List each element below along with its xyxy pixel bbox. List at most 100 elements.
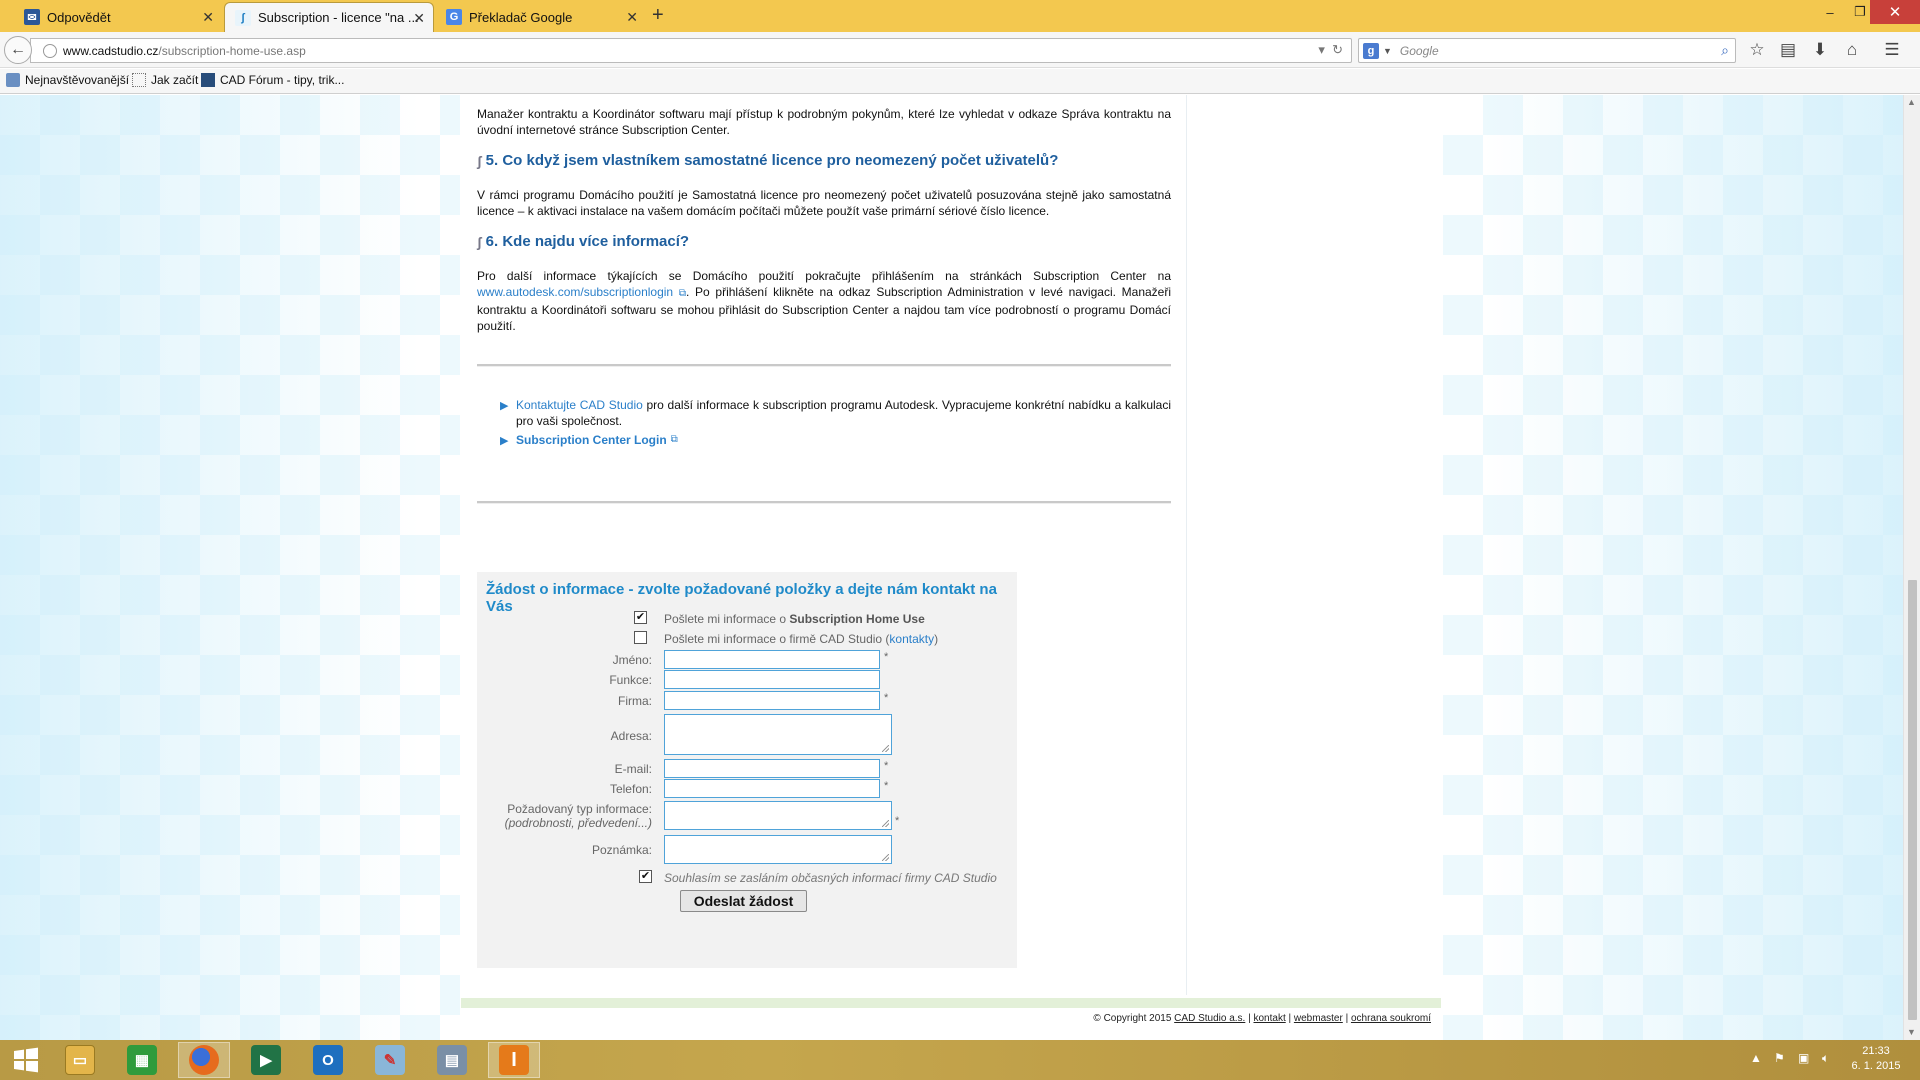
file-explorer-icon: ▭ <box>65 1045 95 1075</box>
clock-time: 21:33 <box>1862 1045 1890 1057</box>
clipboard-icon[interactable]: ▤ <box>1776 38 1800 62</box>
tab-odpovedet[interactable]: ✉ Odpovědět ✕ <box>14 2 222 32</box>
close-icon[interactable]: ✕ <box>413 10 425 27</box>
submit-button[interactable]: Odeslat žádost <box>680 890 807 912</box>
star-icon[interactable]: ☆ <box>1745 38 1769 62</box>
taskbar-project[interactable]: ▶ <box>240 1042 292 1078</box>
copyright-text: © Copyright 2015 <box>1093 1013 1175 1024</box>
privacy-link[interactable]: ochrana soukromí <box>1351 1013 1431 1024</box>
clock[interactable]: 21:33 6. 1. 2015 <box>1846 1044 1906 1074</box>
tab-bar: ✉ Odpovědět ✕ ʃ Subscription - licence "… <box>0 0 1920 32</box>
external-link-icon: ⧉ <box>670 434 678 445</box>
translate-icon: G <box>446 9 462 25</box>
required-mark: * <box>884 760 889 772</box>
taskbar-store[interactable]: ▦ <box>116 1042 168 1078</box>
taskbar-firefox[interactable] <box>178 1042 230 1078</box>
cadstudio-icon: ʃ <box>477 234 482 250</box>
function-field[interactable] <box>664 670 880 689</box>
volume-icon[interactable]: 🔈︎ <box>1822 1051 1829 1066</box>
mail-icon: ✉ <box>24 9 40 25</box>
tab-translate[interactable]: G Překladač Google ✕ <box>436 2 646 32</box>
scroll-down-icon[interactable]: ▼ <box>1907 1027 1916 1037</box>
section-6-heading: ʃ 6. Kde najdu více informací? <box>477 233 1171 251</box>
footer-links: © Copyright 2015 CAD Studio a.s. | konta… <box>1093 1013 1431 1024</box>
bookmark-most-visited[interactable]: Nejnavštěvovanější <box>6 73 129 87</box>
store-icon: ▦ <box>127 1045 157 1075</box>
project-icon: ▶ <box>251 1045 281 1075</box>
paint-icon: ✎ <box>375 1045 405 1075</box>
url-domain: www.cadstudio.cz <box>63 43 159 58</box>
company-field[interactable] <box>664 691 880 710</box>
firefox-icon <box>189 1045 219 1075</box>
reload-icon[interactable]: ▾ ↻ <box>1318 42 1343 58</box>
bookmark-getting-started[interactable]: Jak začít <box>132 73 198 87</box>
autodesk-login-link[interactable]: www.autodesk.com/subscriptionlogin <box>477 285 673 299</box>
separator: | <box>1285 1013 1294 1024</box>
url-bar[interactable]: www.cadstudio.cz /subscription-home-use.… <box>30 38 1352 63</box>
company-info-checkbox[interactable] <box>634 631 647 644</box>
close-icon[interactable]: ✕ <box>626 9 638 26</box>
taskbar-paint[interactable]: ✎ <box>364 1042 416 1078</box>
background-pattern <box>0 95 460 1040</box>
divider <box>477 501 1171 504</box>
right-column <box>1186 95 1442 995</box>
taskbar: ▭ ▦ ▶ O ✎ ▤ I ▲ ⚑ ▣ 🔈︎ 21:33 6. 1. 2015 <box>0 1040 1920 1080</box>
search-icon[interactable]: ⌕ <box>1721 42 1729 59</box>
bookmark-cad-forum[interactable]: CAD Fórum - tipy, trik... <box>201 73 344 87</box>
new-tab-button[interactable]: + <box>652 4 664 27</box>
bookmark-label: Nejnavštěvovanější <box>25 73 130 87</box>
section-5-title: 5. Co když jsem vlastníkem samostatné li… <box>485 152 1059 169</box>
external-link-icon: ⧉ <box>678 288 686 299</box>
company-label: Firma: <box>618 694 652 708</box>
subscription-info-checkbox[interactable]: ✔ <box>634 611 647 624</box>
consent-checkbox[interactable]: ✔ <box>639 870 652 883</box>
info-type-textarea[interactable] <box>664 801 892 830</box>
menu-icon[interactable]: ☰ <box>1880 38 1904 62</box>
tab-subscription[interactable]: ʃ Subscription - licence "na ... ✕ <box>224 2 434 32</box>
taskbar-inventor[interactable]: I <box>488 1042 540 1078</box>
back-button[interactable]: ← <box>4 36 32 64</box>
section-6-title: 6. Kde najdu více informací? <box>485 233 690 250</box>
email-field[interactable] <box>664 759 880 778</box>
taskbar-file-explorer[interactable]: ▭ <box>54 1042 106 1078</box>
note-textarea[interactable] <box>664 835 892 864</box>
section-6-paragraph: Pro další informace týkajících se Domácí… <box>477 268 1171 334</box>
webmaster-link[interactable]: webmaster <box>1294 1013 1343 1024</box>
search-placeholder: Google <box>1399 43 1439 58</box>
url-path: /subscription-home-use.asp <box>158 43 306 58</box>
google-icon: g <box>1363 42 1379 59</box>
home-icon[interactable]: ⌂ <box>1840 38 1864 62</box>
name-field[interactable] <box>664 650 880 669</box>
company-link[interactable]: CAD Studio a.s. <box>1174 1013 1245 1024</box>
contact-footer-link[interactable]: kontakt <box>1253 1013 1285 1024</box>
taskbar-calculator[interactable]: ▤ <box>426 1042 478 1078</box>
section-5-heading: ʃ 5. Co když jsem vlastníkem samostatné … <box>477 152 1171 170</box>
background-pattern <box>1443 95 1903 1040</box>
close-icon[interactable]: ✕ <box>202 9 214 26</box>
function-label: Funkce: <box>609 673 652 687</box>
option-subscription: Pošlete mi informace o Subscription Home… <box>664 612 925 626</box>
contact-text: Kontaktujte CAD Studio pro další informa… <box>516 397 1171 429</box>
scroll-up-icon[interactable]: ▲ <box>1907 97 1916 107</box>
download-icon[interactable]: ⬇ <box>1808 38 1832 62</box>
flag-icon[interactable]: ⚑ <box>1774 1051 1785 1065</box>
network-icon[interactable]: ▣ <box>1798 1051 1809 1065</box>
cadforum-icon <box>201 73 215 87</box>
contacts-link[interactable]: kontakty <box>889 632 934 646</box>
contact-link[interactable]: Kontaktujte CAD Studio <box>516 398 643 412</box>
phone-field[interactable] <box>664 779 880 798</box>
taskbar-outlook[interactable]: O <box>302 1042 354 1078</box>
search-input[interactable]: g ▼ Google ⌕ <box>1358 38 1736 63</box>
close-window-button[interactable]: ✕ <box>1870 0 1920 24</box>
subscription-login-link[interactable]: Subscription Center Login <box>516 432 667 448</box>
chevron-down-icon[interactable]: ▼ <box>1383 46 1392 56</box>
address-textarea[interactable] <box>664 714 892 755</box>
scrollbar-thumb[interactable] <box>1908 580 1917 1020</box>
triangle-bullet-icon: ▶ <box>500 400 509 412</box>
show-hidden-icons[interactable]: ▲ <box>1750 1051 1762 1065</box>
cadstudio-icon: ʃ <box>235 9 251 26</box>
vertical-scrollbar[interactable]: ▲ ▼ <box>1903 95 1920 1040</box>
bookmark-icon <box>6 73 20 87</box>
footer: © Copyright 2015 CAD Studio a.s. | konta… <box>461 1008 1441 1040</box>
start-button[interactable] <box>0 1042 52 1078</box>
